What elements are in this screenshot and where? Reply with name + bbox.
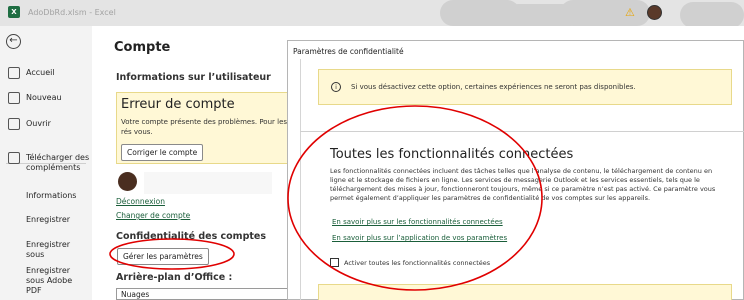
window-title: AdoDbRd.xlsm - Excel — [28, 8, 116, 17]
title-separator: - — [89, 8, 93, 17]
privacy-heading: Confidentialité des comptes — [116, 231, 267, 242]
manage-settings-button[interactable]: Gérer les paramètres — [117, 248, 209, 265]
learn-more-features-link[interactable]: En savoir plus sur les fonctionnalités c… — [332, 218, 503, 226]
error-text: Votre compte présente des problèmes. Pou… — [121, 118, 288, 136]
nav-item-enregistrer-pdf[interactable]: Enregistrer sous Adobe PDF — [26, 266, 90, 296]
nav-item-nouveau[interactable]: Nouveau — [0, 92, 92, 106]
dialog-title: Paramètres de confidentialité — [293, 47, 404, 56]
bottom-info-banner — [318, 284, 732, 300]
home-icon — [8, 67, 20, 79]
title-bar: X AdoDbRd.xlsm - Excel ⚠ — [0, 0, 744, 30]
info-text: Si vous désactivez cette option, certain… — [351, 83, 636, 91]
connected-features-description: Les fonctionnalités connectées incluent … — [330, 167, 716, 202]
privacy-settings-dialog: Paramètres de confidentialité i Si vous … — [287, 40, 744, 300]
info-banner: i Si vous désactivez cette option, certa… — [318, 69, 732, 105]
nav-item-label: Télécharger des compléments — [26, 153, 90, 172]
account-avatar[interactable] — [647, 5, 662, 20]
warning-icon[interactable]: ⚠ — [625, 7, 635, 18]
background-heading: Arrière-plan d’Office : — [116, 272, 233, 283]
file-name: AdoDbRd.xlsm — [28, 8, 87, 17]
back-arrow-icon[interactable]: ← — [6, 34, 21, 49]
addins-icon — [8, 152, 20, 164]
enable-connected-features-checkbox[interactable] — [330, 258, 339, 267]
nav-item-informations[interactable]: Informations — [26, 191, 90, 201]
logout-link[interactable]: Déconnexion — [116, 197, 165, 206]
nav-item-label: Accueil — [26, 68, 55, 77]
header-cloud-decoration — [560, 0, 650, 26]
user-avatar — [118, 172, 137, 191]
switch-account-link[interactable]: Changer de compte — [116, 211, 190, 220]
page-title: Compte — [114, 40, 171, 55]
account-error-banner: Erreur de compte Votre compte présente d… — [116, 92, 296, 164]
dialog-divider — [300, 131, 744, 132]
user-info-heading: Informations sur l’utilisateur — [116, 72, 271, 83]
nav-item-telecharger-complements[interactable]: Télécharger des compléments — [0, 152, 92, 176]
background-select[interactable]: Nuages — [116, 288, 292, 300]
app-name: Excel — [94, 8, 116, 17]
backstage-nav: ← Accueil Nouveau Ouvrir Télécharger des… — [0, 26, 92, 300]
nav-item-label: Ouvrir — [26, 119, 51, 128]
error-title: Erreur de compte — [121, 97, 235, 112]
nav-item-enregistrer[interactable]: Enregistrer — [26, 215, 90, 225]
nav-item-accueil[interactable]: Accueil — [0, 67, 92, 81]
open-folder-icon — [8, 118, 20, 130]
info-icon: i — [331, 82, 341, 92]
checkbox-label: Activer toutes les fonctionnalités conne… — [344, 259, 491, 267]
connected-features-heading: Toutes les fonctionnalités connectées — [330, 147, 574, 162]
nav-item-ouvrir[interactable]: Ouvrir — [0, 118, 92, 132]
new-file-icon — [8, 92, 20, 104]
excel-icon: X — [8, 6, 20, 18]
learn-more-application-link[interactable]: En savoir plus sur l’application de vos … — [332, 234, 507, 242]
fix-account-button[interactable]: Corriger le compte — [121, 144, 204, 161]
user-name-field — [144, 172, 272, 194]
nav-item-enregistrer-sous[interactable]: Enregistrer sous — [26, 240, 90, 260]
header-cloud-decoration — [680, 2, 744, 28]
nav-item-label: Nouveau — [26, 93, 62, 102]
